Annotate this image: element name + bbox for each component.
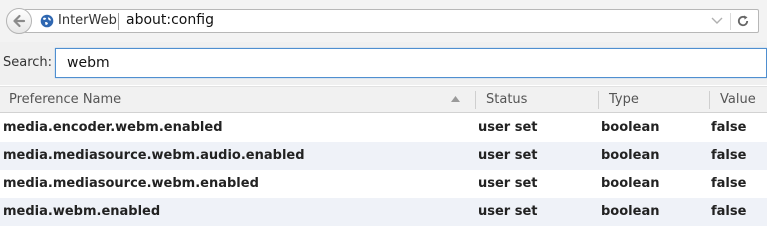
column-header-status[interactable]: Status (486, 92, 527, 107)
table-row[interactable]: media.mediasource.webm.audio.enabled use… (0, 142, 767, 170)
preference-type: boolean (601, 148, 660, 163)
preference-name: media.encoder.webm.enabled (3, 120, 223, 135)
preference-value: false (711, 148, 747, 163)
preference-name: media.mediasource.webm.enabled (3, 176, 259, 191)
column-header-type[interactable]: Type (609, 92, 639, 107)
column-header-preference-name[interactable]: Preference Name (9, 92, 121, 107)
site-identity-label[interactable]: InterWeb (58, 13, 117, 28)
chevron-down-icon[interactable] (711, 16, 723, 26)
url-bar[interactable]: InterWeb about:config (24, 9, 759, 33)
table-header: Preference Name Status Type Value (0, 86, 767, 113)
preference-status: user set (478, 176, 538, 191)
navigation-bar: InterWeb about:config (0, 0, 767, 42)
column-divider[interactable] (709, 91, 710, 109)
preference-name: media.webm.enabled (3, 204, 161, 219)
column-header-value[interactable]: Value (720, 92, 756, 107)
preference-name: media.mediasource.webm.audio.enabled (3, 148, 305, 163)
preference-status: user set (478, 120, 538, 135)
column-divider[interactable] (598, 91, 599, 109)
preference-type: boolean (601, 120, 660, 135)
preference-value: false (711, 176, 747, 191)
identity-divider (118, 13, 119, 30)
preference-value: false (711, 204, 747, 219)
reload-icon[interactable] (736, 14, 750, 28)
sort-ascending-icon (451, 96, 460, 102)
preference-status: user set (478, 148, 538, 163)
table-row[interactable]: media.encoder.webm.enabled user set bool… (0, 114, 767, 142)
preference-value: false (711, 120, 747, 135)
url-text[interactable]: about:config (126, 12, 214, 28)
back-button[interactable] (6, 8, 32, 34)
preference-status: user set (478, 204, 538, 219)
back-arrow-icon (13, 14, 26, 28)
search-input[interactable] (55, 48, 767, 78)
preference-type: boolean (601, 176, 660, 191)
table-row[interactable]: media.webm.enabled user set boolean fals… (0, 198, 767, 226)
column-divider[interactable] (475, 91, 476, 109)
search-label: Search: (3, 55, 53, 70)
table-row[interactable]: media.mediasource.webm.enabled user set … (0, 170, 767, 198)
search-row: Search: (0, 42, 767, 85)
url-bar-separator (730, 13, 731, 30)
globe-icon[interactable] (40, 14, 54, 28)
preference-type: boolean (601, 204, 660, 219)
